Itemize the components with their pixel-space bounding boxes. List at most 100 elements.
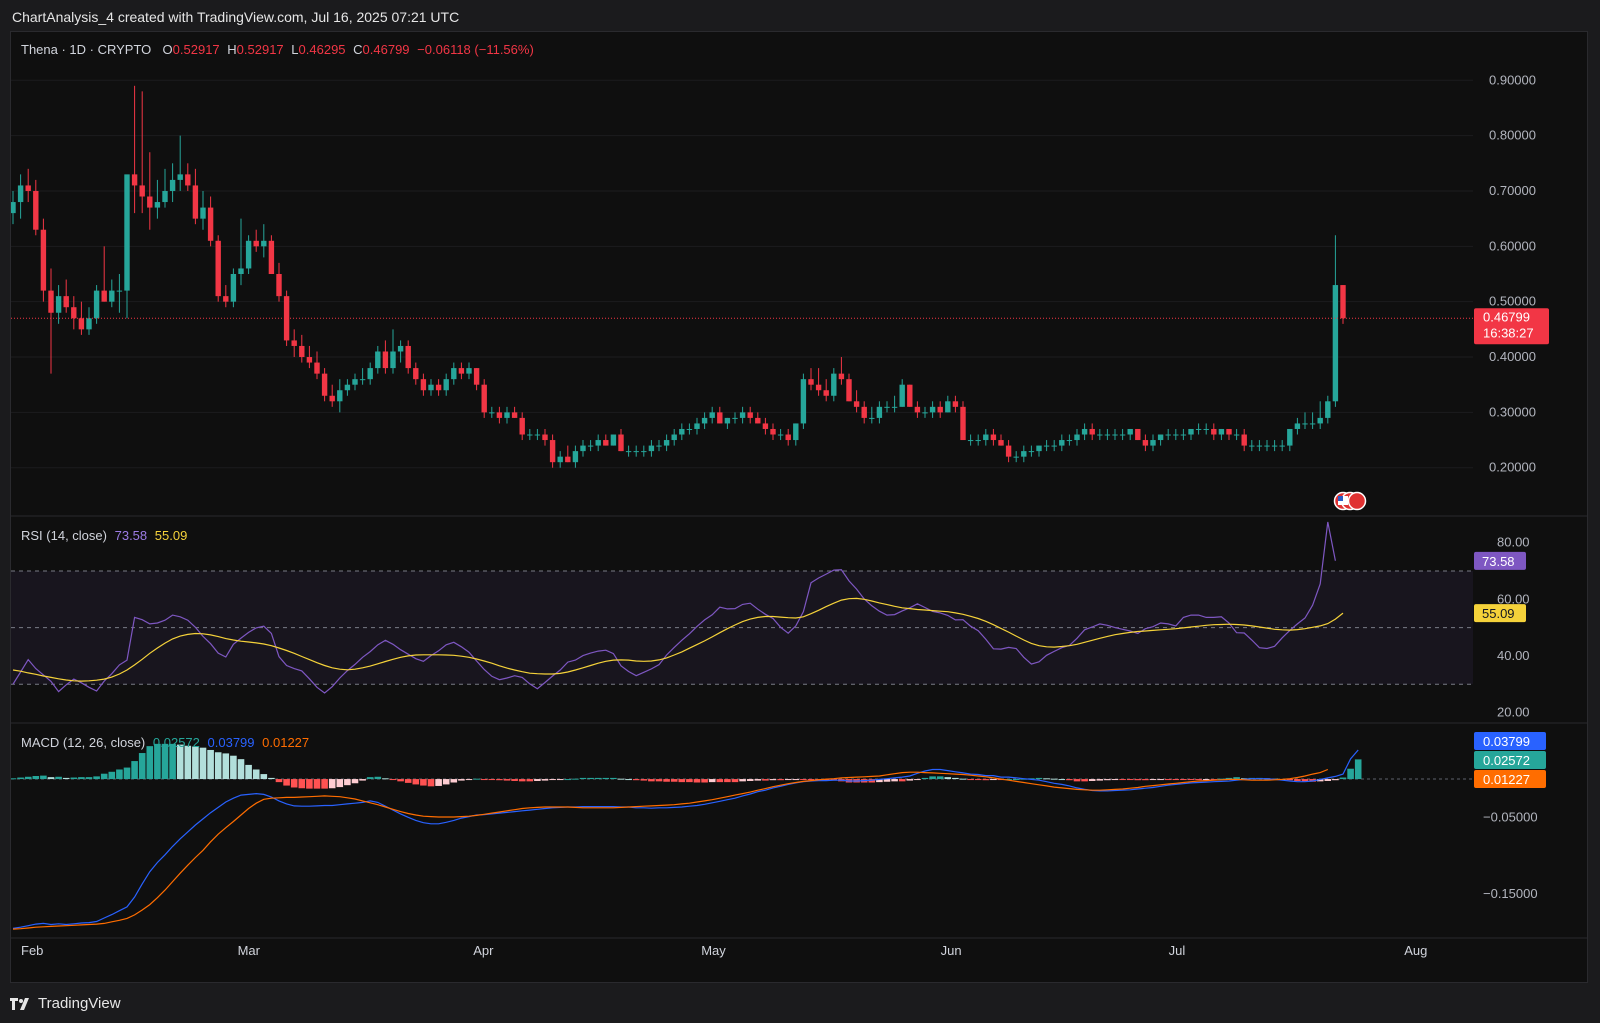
macd-histogram-bar bbox=[663, 779, 670, 782]
candle-body bbox=[1051, 445, 1057, 447]
candle-body bbox=[1226, 428, 1232, 435]
candle-body bbox=[1287, 428, 1293, 446]
candle-body bbox=[1089, 428, 1095, 435]
macd-value-tag-label: 0.01227 bbox=[1483, 772, 1530, 787]
candle-body bbox=[1340, 285, 1346, 319]
candle-body bbox=[359, 379, 366, 381]
rsi-ma-value: 55.09 bbox=[154, 528, 188, 543]
candle-body bbox=[1302, 423, 1308, 425]
macd-histogram-bar bbox=[1073, 779, 1081, 782]
macd-histogram-bar bbox=[746, 779, 754, 781]
macd-label: MACD (12, 26, close) bbox=[21, 735, 146, 750]
macd-histogram-bar bbox=[670, 779, 678, 782]
rsi-value: 73.58 bbox=[114, 528, 148, 543]
macd-histogram-bar bbox=[594, 777, 602, 780]
candle-body bbox=[1317, 417, 1323, 424]
candle-body bbox=[504, 412, 510, 418]
candle-body bbox=[967, 440, 974, 442]
candle-body bbox=[428, 384, 434, 391]
candle-body bbox=[770, 428, 776, 435]
candle-body bbox=[1188, 428, 1194, 435]
candle-body bbox=[147, 196, 153, 208]
candle-body bbox=[1249, 445, 1255, 447]
candle-body bbox=[306, 357, 313, 363]
macd-value-tag-label: 0.03799 bbox=[1483, 734, 1530, 749]
candle-body bbox=[587, 445, 594, 447]
candle-body bbox=[603, 440, 609, 446]
candle-body bbox=[709, 412, 715, 418]
candle-body bbox=[390, 351, 396, 369]
candle-body bbox=[481, 384, 487, 413]
price-tick-label: 0.40000 bbox=[1489, 349, 1536, 364]
macd-histogram-bar bbox=[465, 779, 473, 781]
candle-body bbox=[884, 406, 890, 408]
candle-body bbox=[382, 351, 389, 369]
candle-body bbox=[321, 373, 328, 396]
macd-histogram-bar bbox=[708, 779, 716, 783]
macd-histogram-bar bbox=[480, 779, 488, 781]
macd-histogram-bar bbox=[534, 779, 541, 781]
candle-body bbox=[1059, 440, 1065, 446]
macd-histogram-bar bbox=[290, 779, 298, 788]
candle-body bbox=[169, 179, 176, 191]
macd-histogram-bar bbox=[397, 779, 404, 782]
macd-histogram-bar bbox=[336, 779, 344, 788]
macd-histogram-bar bbox=[1035, 777, 1043, 780]
candle-body bbox=[1013, 456, 1019, 458]
close-label: C bbox=[353, 42, 363, 57]
macd-histogram-bar bbox=[313, 779, 321, 789]
candle-body bbox=[686, 428, 693, 430]
macd-histogram-bar bbox=[366, 777, 374, 780]
price-tick-label: 0.20000 bbox=[1489, 460, 1536, 475]
macd-histogram-bar bbox=[1012, 779, 1020, 781]
candle-body bbox=[276, 274, 282, 297]
candle-body bbox=[1294, 423, 1301, 429]
chart-frame[interactable]: 0.90000 0.80000 0.70000 0.60000 0.50000 0.400… bbox=[10, 31, 1588, 983]
tradingview-brand[interactable]: TradingView bbox=[10, 995, 121, 1012]
macd-value-tag-label: 0.02572 bbox=[1483, 753, 1530, 768]
macd-histogram-bar bbox=[93, 776, 100, 780]
last-price-label: 0.46799 bbox=[1483, 309, 1530, 324]
candle-body bbox=[762, 423, 769, 429]
candle-body bbox=[527, 434, 533, 436]
macd-histogram-bar bbox=[40, 775, 47, 780]
candle-body bbox=[473, 368, 480, 385]
time-tick-label: Feb bbox=[21, 943, 43, 958]
candle-body bbox=[1241, 434, 1247, 446]
macd-histogram-bar bbox=[990, 779, 997, 781]
candle-body bbox=[177, 174, 183, 180]
candle-body bbox=[101, 290, 107, 302]
candle-body bbox=[838, 373, 845, 380]
candle-body bbox=[1028, 451, 1035, 453]
macd-histogram-bar bbox=[230, 755, 237, 780]
macd-histogram-bar bbox=[17, 777, 24, 780]
macd-tick-label: −0.05000 bbox=[1483, 809, 1538, 824]
macd-histogram-bar bbox=[678, 779, 686, 783]
macd-histogram-bar bbox=[898, 779, 906, 782]
candle-body bbox=[929, 406, 936, 413]
candle-body bbox=[230, 274, 237, 302]
candle-body bbox=[869, 417, 875, 419]
macd-histogram-bar bbox=[306, 779, 313, 789]
close-value: 0.46799 bbox=[362, 42, 410, 57]
macd-legend: MACD (12, 26, close) 0.02572 0.03799 0.0… bbox=[21, 735, 313, 750]
macd-histogram-bar bbox=[1081, 779, 1088, 782]
candle-body bbox=[717, 412, 723, 424]
macd-histogram-bar bbox=[1043, 778, 1050, 780]
candle-body bbox=[815, 384, 822, 391]
macd-histogram-bar bbox=[237, 759, 245, 780]
macd-histogram-bar bbox=[610, 777, 617, 780]
price-tick-label: 0.30000 bbox=[1489, 404, 1536, 419]
macd-histogram-bar bbox=[739, 779, 746, 782]
change-value: −0.06118 (−11.56%) bbox=[417, 42, 534, 57]
macd-histogram-bar bbox=[579, 777, 587, 780]
macd-histogram-bar bbox=[686, 779, 693, 783]
rsi-value-tag-label: 73.58 bbox=[1482, 554, 1515, 569]
chart-canvas[interactable]: 0.90000 0.80000 0.70000 0.60000 0.50000 0.400… bbox=[11, 32, 1587, 982]
macd-histogram-bar bbox=[488, 779, 496, 781]
macd-histogram-bar bbox=[617, 778, 625, 780]
macd-histogram-bar bbox=[792, 779, 800, 781]
price-pane: 0.90000 0.80000 0.70000 0.60000 0.50000 0.400… bbox=[11, 72, 1549, 511]
candle-body bbox=[154, 202, 161, 208]
candle-body bbox=[831, 373, 837, 396]
